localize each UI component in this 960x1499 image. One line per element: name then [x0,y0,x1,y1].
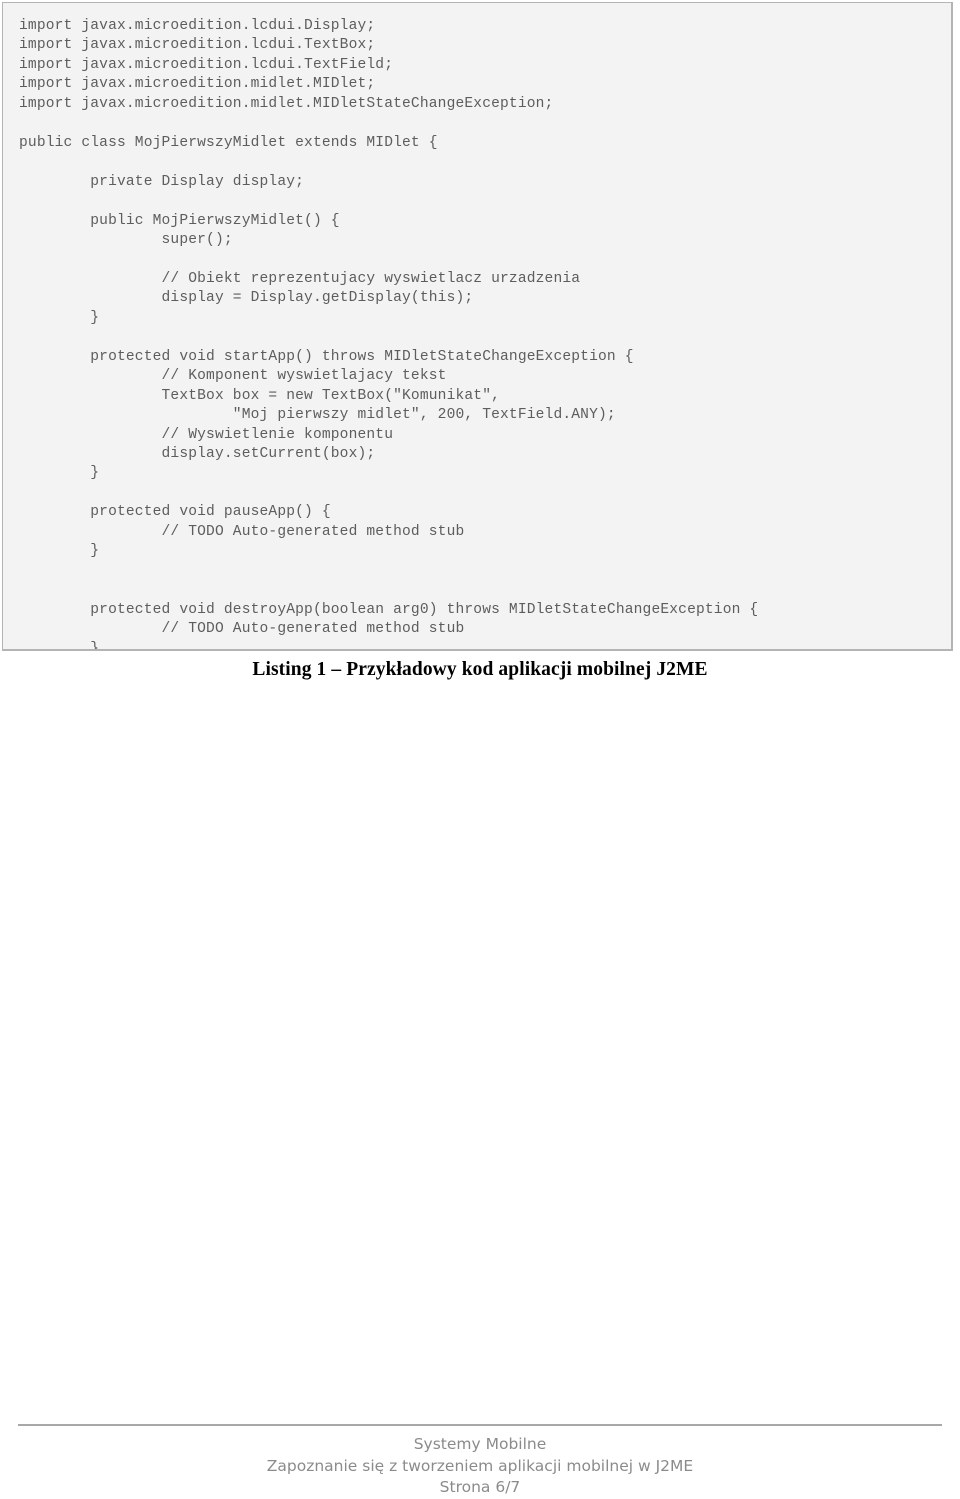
code-listing-text: import javax.microedition.lcdui.Display;… [3,3,951,651]
code-line: display.setCurrent(box); [19,445,376,462]
code-listing-box: import javax.microedition.lcdui.Display;… [2,2,953,651]
code-line: super(); [19,231,233,248]
code-line: TextBox box = new TextBox("Komunikat", [19,387,501,404]
code-line: protected void pauseApp() { [19,504,331,521]
footer-line-subject: Zapoznanie się z tworzeniem aplikacji mo… [266,1456,694,1475]
code-line: // Komponent wyswietlajacy tekst [19,368,447,385]
code-line: } [19,309,100,326]
code-line: public MojPierwszyMidlet() { [19,212,340,229]
code-line: // Wyswietlenie komponentu [19,426,394,443]
code-line: import javax.microedition.midlet.MIDletS… [19,95,554,112]
code-line: } [19,543,100,560]
code-line: display = Display.getDisplay(this); [19,290,474,307]
code-line: // Obiekt reprezentujacy wyswietlacz urz… [19,270,581,287]
listing-caption: Listing 1 – Przykładowy kod aplikacji mo… [252,659,708,680]
code-line: "Moj pierwszy midlet", 200, TextField.AN… [19,407,616,424]
code-line: import javax.microedition.lcdui.TextFiel… [19,56,394,73]
code-line: protected void startApp() throws MIDletS… [19,348,634,365]
code-line: private Display display; [19,173,305,190]
code-line: // TODO Auto-generated method stub [19,621,465,638]
footer-divider [18,1424,942,1426]
code-line: public class MojPierwszyMidlet extends M… [19,134,438,151]
footer-text: Systemy Mobilne Zapoznanie się z tworzen… [0,1434,960,1499]
footer-line-page-number: Strona 6/7 [439,1478,521,1496]
code-line: import javax.microedition.lcdui.Display; [19,18,376,34]
code-line: import javax.microedition.midlet.MIDlet; [19,76,376,93]
code-line: import javax.microedition.lcdui.TextBox; [19,37,376,54]
code-line: protected void destroyApp(boolean arg0) … [19,601,759,618]
footer-line-course: Systemy Mobilne [413,1435,547,1453]
code-line: } [19,640,100,651]
code-line: // TODO Auto-generated method stub [19,523,465,540]
code-line: } [19,465,100,482]
